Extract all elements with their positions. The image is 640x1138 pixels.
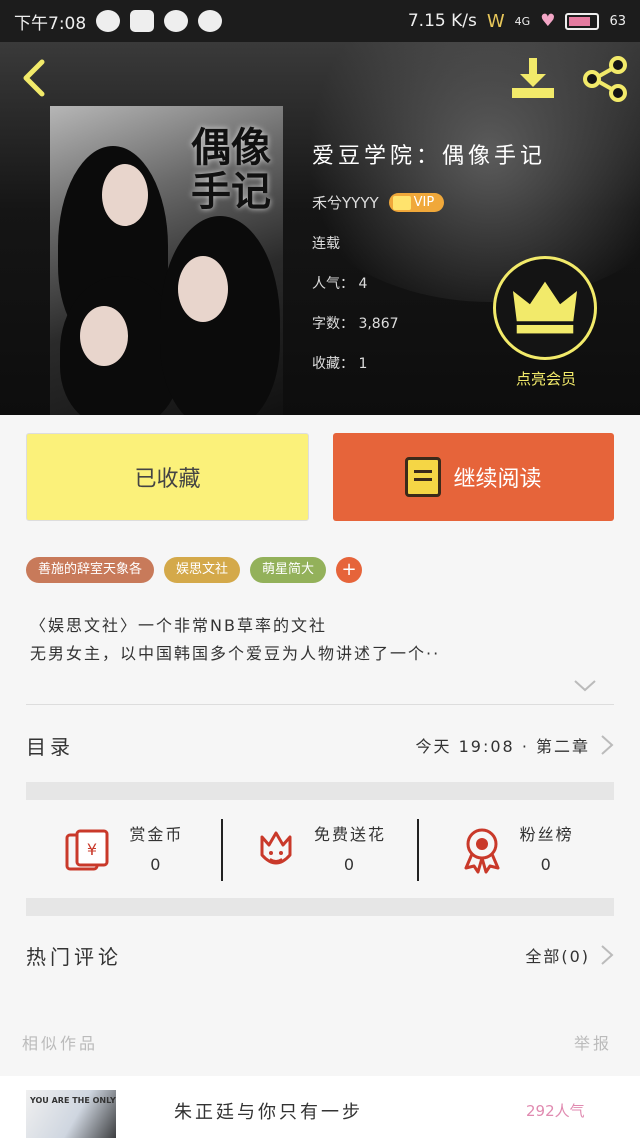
tag-item[interactable]: 萌星简大: [250, 557, 327, 583]
award-ribbon-icon: [464, 828, 500, 874]
back-arrow-icon[interactable]: [16, 58, 56, 98]
chevron-right-icon: [601, 945, 614, 965]
reward-panel: ¥ 赏金币 0 免费送花 0 粉丝榜 0: [26, 800, 614, 900]
section-separator: [26, 898, 614, 916]
cover-figure-right: [160, 216, 280, 415]
share-icon[interactable]: [580, 54, 630, 104]
status-time: 下午7:08: [14, 13, 87, 34]
reward-count: 0: [540, 855, 553, 874]
related-book-item[interactable]: YOU ARE THE ONLY 朱正廷与你只有一步 292人气: [0, 1076, 640, 1138]
hot-comments-row[interactable]: 热门评论 全部(0): [26, 922, 614, 988]
divider-line: [26, 704, 614, 705]
related-cover-text: YOU ARE THE ONLY: [30, 1096, 116, 1105]
heart-icon: ♥: [540, 11, 556, 31]
crown-icon: [392, 195, 411, 210]
cover-face-bottom: [80, 306, 128, 366]
description-line: 无男女主，以中国韩国多个爱豆为人物讲述了一个··: [30, 644, 441, 663]
send-flower-button[interactable]: 免费送花 0: [223, 812, 418, 888]
reward-label: 粉丝榜: [519, 825, 574, 844]
toc-row[interactable]: 目录 今天 19:08 · 第二章: [26, 712, 614, 778]
download-icon[interactable]: [508, 54, 558, 104]
weibo-icon: [198, 10, 223, 32]
status-label: 连载: [312, 236, 340, 252]
signal-label: 4G: [514, 14, 531, 28]
latest-chapter: 今天 19:08 · 第二章: [415, 737, 590, 756]
flower-icon: [260, 831, 292, 865]
book-title: 爱豆学院：偶像手记: [312, 144, 547, 169]
book-cover[interactable]: 偶像手记: [50, 106, 283, 415]
comments-label: 热门评论: [26, 944, 122, 969]
cover-title: 偶像手记: [191, 124, 271, 215]
battery-icon: [565, 12, 600, 30]
related-works-label: 相似作品: [22, 1034, 99, 1053]
qq-icon: [164, 10, 189, 32]
related-book-popularity: 292人气: [526, 1102, 585, 1120]
all-comments-link: 全部(0): [525, 947, 590, 966]
chevron-down-icon[interactable]: [573, 678, 597, 694]
reward-label: 免费送花: [314, 825, 387, 844]
tag-item[interactable]: 善施的辞室天象各: [26, 557, 155, 583]
toc-label: 目录: [26, 734, 74, 759]
book-info: 爱豆学院：偶像手记 禾兮YYYY VIP 连载 人气： 4 字数： 3,867 …: [312, 138, 546, 393]
vip-badge: VIP: [388, 193, 445, 212]
add-tag-button[interactable]: +: [336, 557, 363, 583]
reward-count: 0: [343, 855, 357, 874]
tag-item[interactable]: 娱思文社: [164, 557, 241, 583]
member-crown-button[interactable]: [493, 256, 597, 360]
red-envelope-icon: ¥: [65, 829, 109, 871]
collected-label: 已收藏: [134, 467, 201, 492]
author-name[interactable]: 禾兮YYYY: [312, 192, 379, 213]
related-book-title: 朱正廷与你只有一步: [174, 1102, 363, 1123]
book-header: 偶像手记 爱豆学院：偶像手记 禾兮YYYY VIP 连载 人气： 4 字数： 3…: [0, 42, 640, 415]
section-separator: [26, 782, 614, 800]
vip-label: VIP: [413, 195, 435, 210]
related-book-cover: YOU ARE THE ONLY: [26, 1090, 116, 1138]
cover-face-left: [102, 164, 148, 226]
app-notification-icon: [130, 10, 155, 32]
book-description: 〈娱思文社〉一个非常NB草率的文社 无男女主，以中国韩国多个爱豆为人物讲述了一个…: [30, 612, 610, 668]
continue-label: 继续阅读: [453, 467, 542, 492]
description-line: 〈娱思文社〉一个非常NB草率的文社: [30, 616, 327, 635]
chevron-right-icon: [601, 735, 614, 755]
cover-face-right: [178, 256, 228, 322]
member-label[interactable]: 点亮会员: [488, 368, 604, 389]
message-icon: [96, 10, 121, 32]
continue-reading-button[interactable]: 继续阅读: [333, 433, 614, 521]
book-icon: [405, 457, 442, 497]
reward-label: 赏金币: [129, 825, 184, 844]
tag-list: 善施的辞室天象各 娱思文社 萌星简大 +: [26, 557, 363, 583]
collected-button[interactable]: 已收藏: [26, 433, 309, 521]
book-detail-screen: 下午7:08 7.15 K/s W 4G ♥ 63 偶像手记 爱豆学院：偶像手记…: [0, 0, 640, 1138]
reward-count: 0: [150, 855, 163, 874]
battery-level: 63: [609, 13, 626, 29]
status-bar: 下午7:08 7.15 K/s W 4G ♥ 63: [0, 0, 640, 42]
tip-coins-button[interactable]: ¥ 赏金币 0: [26, 812, 221, 888]
net-speed: 7.15 K/s: [407, 11, 477, 31]
svg-text:¥: ¥: [87, 840, 97, 859]
report-link[interactable]: 举报: [574, 1030, 612, 1054]
wifi-icon: W: [486, 10, 505, 32]
fan-ranking-button[interactable]: 粉丝榜 0: [419, 812, 614, 888]
author-row: 禾兮YYYY VIP: [312, 192, 546, 213]
